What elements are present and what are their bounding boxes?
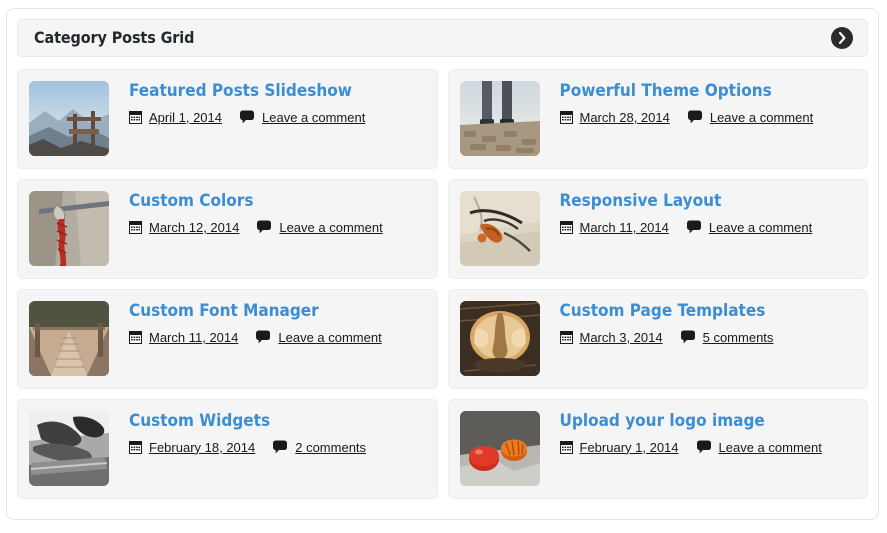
post-body: Featured Posts Slideshow April 1, 2014 L… (109, 79, 427, 125)
post-title-link[interactable]: Custom Colors (129, 192, 427, 211)
comment-bubble-icon (256, 330, 271, 344)
post-comments-link[interactable]: Leave a comment (262, 110, 365, 126)
post-comments-link[interactable]: 2 comments (295, 440, 366, 456)
category-posts-grid-widget: Category Posts Grid Featured Posts Slide… (6, 8, 879, 520)
post-title-link[interactable]: Featured Posts Slideshow (129, 82, 427, 101)
post-thumbnail[interactable] (459, 81, 540, 156)
post-meta: March 11, 2014 Leave a comment (129, 330, 427, 346)
post-date-link[interactable]: March 11, 2014 (149, 330, 238, 346)
comment-bubble-icon (696, 440, 712, 454)
post-thumbnail[interactable] (459, 191, 540, 266)
post-title-link[interactable]: Powerful Theme Options (560, 82, 858, 101)
post-thumbnail[interactable] (459, 301, 540, 376)
calendar-icon (129, 440, 142, 454)
post-thumbnail[interactable] (459, 411, 540, 486)
post-card[interactable]: Responsive Layout March 11, 2014 Leave a… (447, 179, 868, 279)
post-meta: March 12, 2014 Leave a comment (129, 220, 427, 236)
comment-bubble-icon (686, 220, 702, 234)
post-date: March 28, 2014 (559, 110, 670, 126)
post-comments: Leave a comment (240, 110, 365, 126)
post-card[interactable]: Custom Colors March 12, 2014 Leave a com… (17, 179, 438, 279)
post-card[interactable]: Powerful Theme Options March 28, 2014 Le… (447, 69, 868, 169)
post-date-link[interactable]: April 1, 2014 (149, 110, 222, 126)
post-comments-link[interactable]: Leave a comment (719, 440, 822, 456)
post-comments-link[interactable]: Leave a comment (278, 330, 381, 346)
post-title-link[interactable]: Custom Widgets (129, 412, 427, 431)
post-body: Custom Widgets February 18, 2014 2 comme… (109, 409, 427, 455)
post-date: February 1, 2014 (559, 440, 679, 456)
post-body: Custom Font Manager March 11, 2014 Leave… (109, 299, 427, 345)
chevron-right-circle-icon[interactable] (831, 27, 853, 49)
comment-bubble-icon (273, 440, 288, 454)
post-comments: Leave a comment (257, 220, 383, 236)
calendar-icon (129, 330, 142, 344)
calendar-icon (559, 330, 573, 344)
comment-bubble-icon (680, 330, 696, 344)
post-date-link[interactable]: February 18, 2014 (149, 440, 255, 456)
post-date-link[interactable]: March 11, 2014 (580, 220, 669, 236)
post-comments-link[interactable]: Leave a comment (279, 220, 382, 236)
page-title: Category Posts Grid (34, 28, 195, 47)
post-date-link[interactable]: March 28, 2014 (580, 110, 670, 126)
comment-bubble-icon (687, 110, 703, 124)
post-comments: 2 comments (273, 440, 366, 456)
calendar-icon (129, 110, 142, 124)
post-thumbnail[interactable] (29, 191, 109, 266)
post-comments: Leave a comment (696, 440, 822, 456)
widget-header: Category Posts Grid (17, 19, 868, 57)
post-comments-link[interactable]: 5 comments (703, 330, 774, 346)
post-card[interactable]: Custom Page Templates March 3, 2014 5 co… (447, 289, 868, 389)
post-date: April 1, 2014 (129, 110, 222, 126)
calendar-icon (559, 440, 573, 454)
post-body: Responsive Layout March 11, 2014 Leave a… (540, 189, 858, 235)
post-meta: February 18, 2014 2 comments (129, 440, 427, 456)
post-card[interactable]: Custom Font Manager March 11, 2014 Leave… (17, 289, 438, 389)
post-body: Custom Page Templates March 3, 2014 5 co… (540, 299, 858, 345)
post-meta: April 1, 2014 Leave a comment (129, 110, 427, 126)
post-title-link[interactable]: Responsive Layout (560, 192, 858, 211)
post-card[interactable]: Upload your logo image February 1, 2014 … (447, 399, 868, 499)
post-title-link[interactable]: Custom Font Manager (129, 302, 427, 321)
post-card[interactable]: Custom Widgets February 18, 2014 2 comme… (17, 399, 438, 499)
post-body: Custom Colors March 12, 2014 Leave a com… (109, 189, 427, 235)
post-date: March 12, 2014 (129, 220, 239, 236)
comment-bubble-icon (240, 110, 255, 124)
post-title-link[interactable]: Custom Page Templates (560, 302, 858, 321)
post-date-link[interactable]: February 1, 2014 (580, 440, 679, 456)
post-meta: March 11, 2014 Leave a comment (559, 220, 858, 236)
post-date: March 11, 2014 (129, 330, 238, 346)
post-comments: 5 comments (680, 330, 774, 346)
post-meta: February 1, 2014 Leave a comment (559, 440, 858, 456)
calendar-icon (559, 110, 573, 124)
post-card[interactable]: Featured Posts Slideshow April 1, 2014 L… (17, 69, 438, 169)
post-date-link[interactable]: March 12, 2014 (149, 220, 239, 236)
post-comments-link[interactable]: Leave a comment (709, 220, 812, 236)
post-thumbnail[interactable] (29, 81, 109, 156)
post-thumbnail[interactable] (29, 301, 109, 376)
post-meta: March 28, 2014 Leave a comment (559, 110, 858, 126)
post-title-link[interactable]: Upload your logo image (560, 412, 858, 431)
post-comments: Leave a comment (687, 110, 813, 126)
post-date: March 11, 2014 (559, 220, 669, 236)
post-thumbnail[interactable] (29, 411, 109, 486)
post-date: February 18, 2014 (129, 440, 255, 456)
calendar-icon (559, 220, 573, 234)
posts-grid: Featured Posts Slideshow April 1, 2014 L… (17, 69, 868, 499)
post-comments-link[interactable]: Leave a comment (710, 110, 813, 126)
post-comments: Leave a comment (686, 220, 812, 236)
post-date-link[interactable]: March 3, 2014 (580, 330, 663, 346)
calendar-icon (129, 220, 142, 234)
post-date: March 3, 2014 (559, 330, 663, 346)
post-body: Powerful Theme Options March 28, 2014 Le… (540, 79, 858, 125)
comment-bubble-icon (257, 220, 272, 234)
post-meta: March 3, 2014 5 comments (559, 330, 858, 346)
post-body: Upload your logo image February 1, 2014 … (540, 409, 858, 455)
post-comments: Leave a comment (256, 330, 382, 346)
